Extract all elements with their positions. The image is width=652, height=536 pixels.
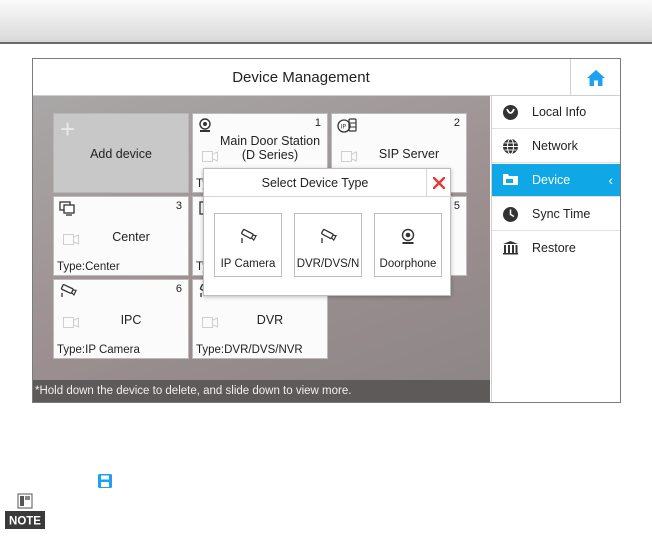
note-icon: NOTE: [4, 493, 46, 531]
svg-text:IP: IP: [341, 124, 347, 131]
sidebar-item-label: Restore: [532, 241, 576, 255]
title-bar: Device Management: [33, 59, 620, 96]
page-title: Device Management: [232, 69, 370, 86]
device-type: Type:Center: [57, 261, 120, 273]
note-label: NOTE: [9, 516, 41, 528]
device-name: Main Door Station (D Series): [219, 134, 321, 162]
close-button[interactable]: [426, 169, 451, 197]
close-icon: [433, 176, 445, 189]
sidebar-item-label: Device: [532, 173, 571, 187]
device-icon: [502, 172, 519, 192]
sidebar-item-local-info[interactable]: Local Info: [492, 96, 620, 129]
device-card-3[interactable]: 3 Center Type:Center: [53, 196, 189, 276]
device-name: IPC: [120, 313, 142, 327]
sip-server-icon: IP: [337, 118, 357, 138]
device-card-6[interactable]: 6 IPC Type:IP Camera: [53, 279, 189, 359]
document-header-bar: [0, 0, 652, 44]
option-label: Doorphone: [379, 258, 437, 270]
camera-outline-icon: [202, 149, 218, 167]
sidebar-item-restore[interactable]: Restore: [492, 232, 620, 265]
select-device-type-dialog: Select Device Type IP Camera DVR/DVS/N D…: [203, 168, 451, 296]
add-device-label: Add device: [90, 147, 152, 161]
sidebar-item-device[interactable]: Device ‹: [492, 164, 620, 197]
home-icon: [586, 69, 605, 86]
chevron-left-icon: ‹: [608, 172, 613, 188]
device-grid-area: + Add device 1 Main Door Station (D Seri…: [33, 96, 490, 402]
dvr-icon: [321, 228, 337, 243]
device-type: Type:DVR/DVS/NVR: [196, 344, 303, 356]
option-label: IP Camera: [220, 258, 276, 270]
clock-icon: [502, 206, 519, 228]
sidebar-item-network[interactable]: Network: [492, 130, 620, 163]
plus-icon: +: [60, 114, 76, 144]
camera-outline-icon: [341, 149, 357, 167]
settings-sidebar: Local Info Network Device ‹ Sync Time Re…: [491, 96, 620, 402]
device-number: 5: [453, 200, 460, 212]
device-name: SIP Server: [378, 147, 440, 161]
option-label: DVR/DVS/N: [296, 258, 360, 270]
sidebar-item-label: Local Info: [532, 105, 587, 119]
device-number: 2: [453, 117, 460, 129]
center-icon: [59, 201, 75, 221]
globe-icon: [502, 138, 519, 160]
option-dvr[interactable]: DVR/DVS/N: [294, 213, 362, 277]
camera-outline-icon: [63, 315, 79, 333]
device-name: DVR: [256, 313, 284, 327]
save-icon: [97, 473, 113, 494]
device-number: 1: [314, 117, 321, 129]
device-type: Type:IP Camera: [57, 344, 140, 356]
device-number: 3: [175, 200, 182, 212]
ip-camera-icon: [241, 228, 257, 243]
option-ip-camera[interactable]: IP Camera: [214, 213, 282, 277]
device-name: Center: [112, 230, 150, 244]
doorphone-icon: [401, 228, 415, 244]
sidebar-item-label: Sync Time: [532, 207, 591, 221]
home-button[interactable]: [570, 59, 620, 96]
local-info-icon: [502, 104, 519, 126]
option-doorphone[interactable]: Doorphone: [374, 213, 442, 277]
hint-bar: *Hold down the device to delete, and sli…: [33, 380, 490, 402]
restore-icon: [502, 240, 519, 260]
dialog-title: Select Device Type: [204, 169, 426, 197]
door-station-icon: [198, 118, 212, 138]
device-number: 6: [175, 283, 182, 295]
device-screen: Device Management + Add device 1 Main Do…: [32, 58, 621, 403]
ip-camera-icon: [59, 284, 77, 303]
sidebar-item-sync-time[interactable]: Sync Time: [492, 198, 620, 231]
add-device-card[interactable]: + Add device: [53, 113, 189, 193]
camera-outline-icon: [202, 315, 218, 333]
camera-outline-icon: [63, 232, 79, 250]
sidebar-item-label: Network: [532, 139, 578, 153]
